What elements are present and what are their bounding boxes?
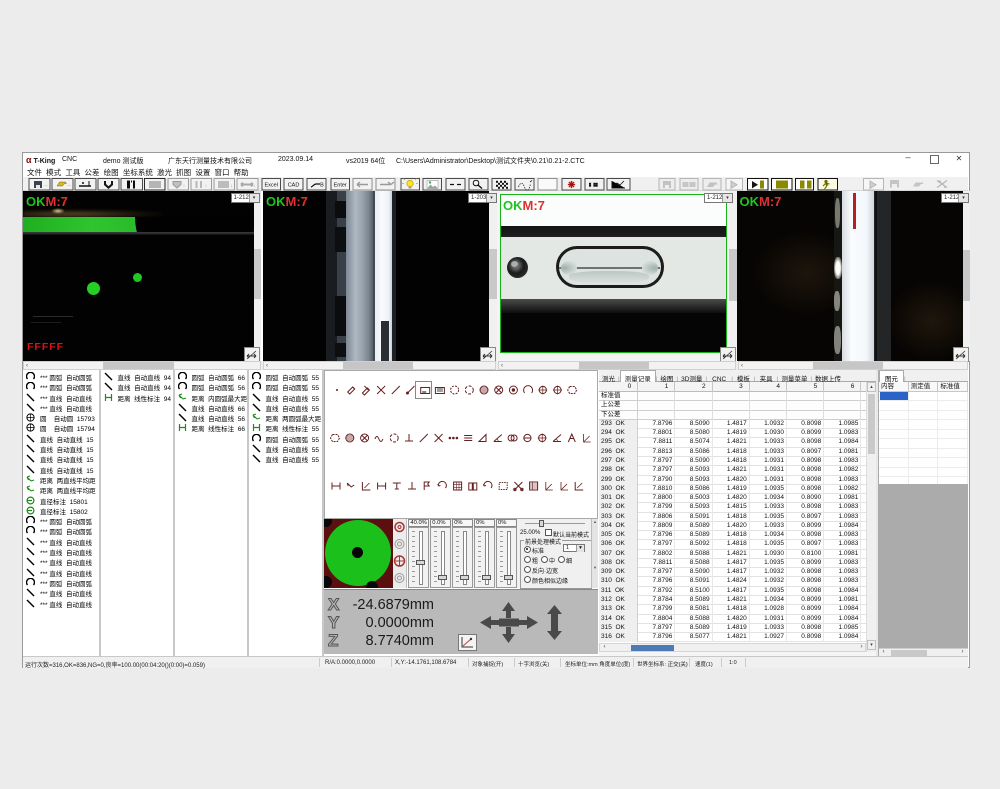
svg-text:Y: Y [328,613,340,632]
svg-text:0.0000mm: 0.0000mm [365,615,434,631]
svg-text:Excel: Excel [264,182,277,188]
svg-text:↓: ↓ [205,183,208,189]
svg-text:X: X [328,595,340,614]
svg-text:Z: Z [328,631,338,650]
svg-text:↓: ↓ [253,183,256,189]
svg-text:8.7740mm: 8.7740mm [365,633,434,649]
svg-text:CAD: CAD [288,182,300,188]
svg-text:Enter: Enter [334,182,347,188]
svg-text:...: ... [67,182,70,187]
svg-text:-24.6879mm: -24.6879mm [353,597,434,613]
svg-text:↓: ↓ [183,183,186,189]
svg-text:↓: ↓ [230,183,233,189]
svg-text:...: ... [44,182,47,187]
svg-text:B: B [320,182,324,188]
